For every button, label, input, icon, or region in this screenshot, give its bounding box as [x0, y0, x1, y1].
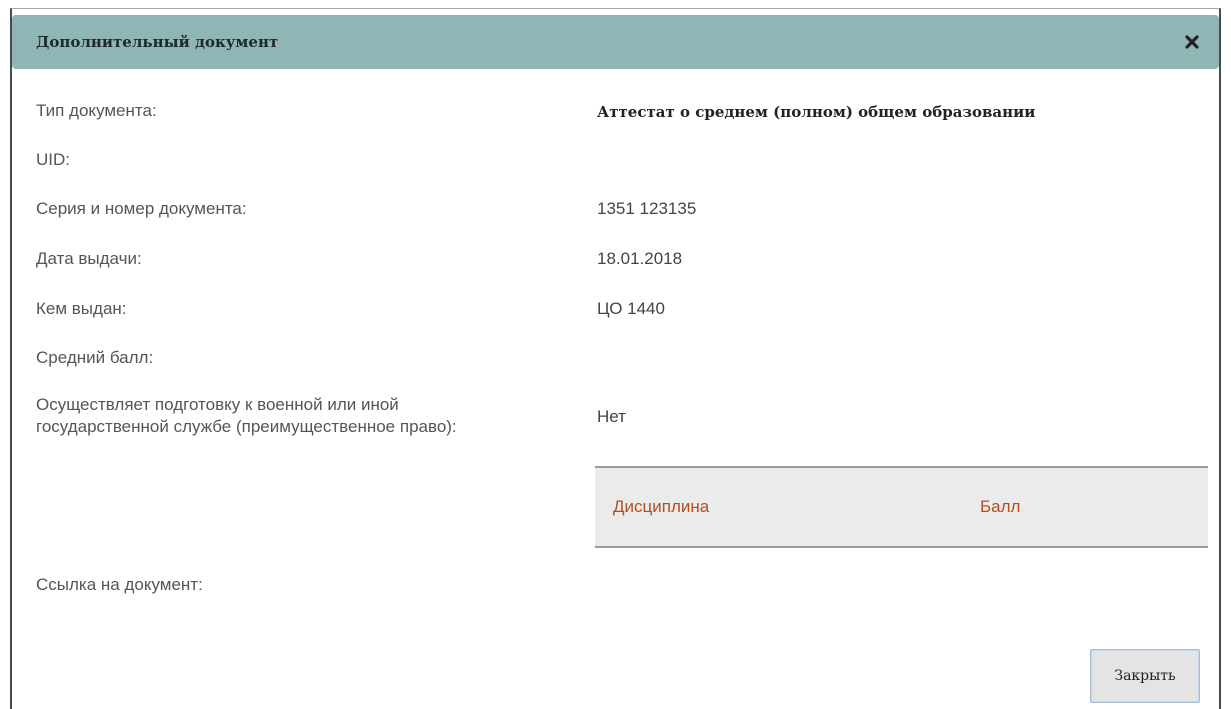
close-button[interactable]: Закрыть — [1090, 649, 1200, 703]
series-number-value: 1351 123135 — [597, 199, 697, 218]
issue-date-value: 18.01.2018 — [597, 249, 683, 268]
issue-date-label: Дата выдачи: — [36, 249, 142, 268]
table-header-discipline[interactable]: Дисциплина — [613, 497, 709, 517]
series-number-label: Серия и номер документа: — [36, 199, 247, 218]
military-service-label-line2: государственной службе (преимущественное… — [36, 417, 457, 436]
issued-by-label: Кем выдан: — [36, 299, 127, 318]
average-score-label: Средний балл: — [36, 348, 154, 367]
grades-table: Дисциплина Балл — [595, 466, 1208, 548]
issued-by-value: ЦО 1440 — [597, 299, 665, 318]
additional-document-dialog: Дополнительный документ Тип документа: А… — [10, 8, 1221, 709]
table-header-score[interactable]: Балл — [980, 497, 1020, 517]
military-service-label: Осуществляет подготовку к военной или ин… — [36, 394, 457, 438]
uid-label: UID: — [36, 150, 70, 169]
dialog-title: Дополнительный документ — [36, 33, 279, 51]
doc-type-label: Тип документа: — [36, 101, 157, 120]
dialog-titlebar: Дополнительный документ — [12, 15, 1219, 69]
military-service-label-line1: Осуществляет подготовку к военной или ин… — [36, 395, 399, 414]
document-link-label: Ссылка на документ: — [36, 575, 203, 594]
close-icon[interactable] — [1179, 29, 1205, 55]
doc-type-value: Аттестат о среднем (полном) общем образо… — [597, 103, 1036, 121]
military-service-value: Нет — [597, 407, 626, 426]
